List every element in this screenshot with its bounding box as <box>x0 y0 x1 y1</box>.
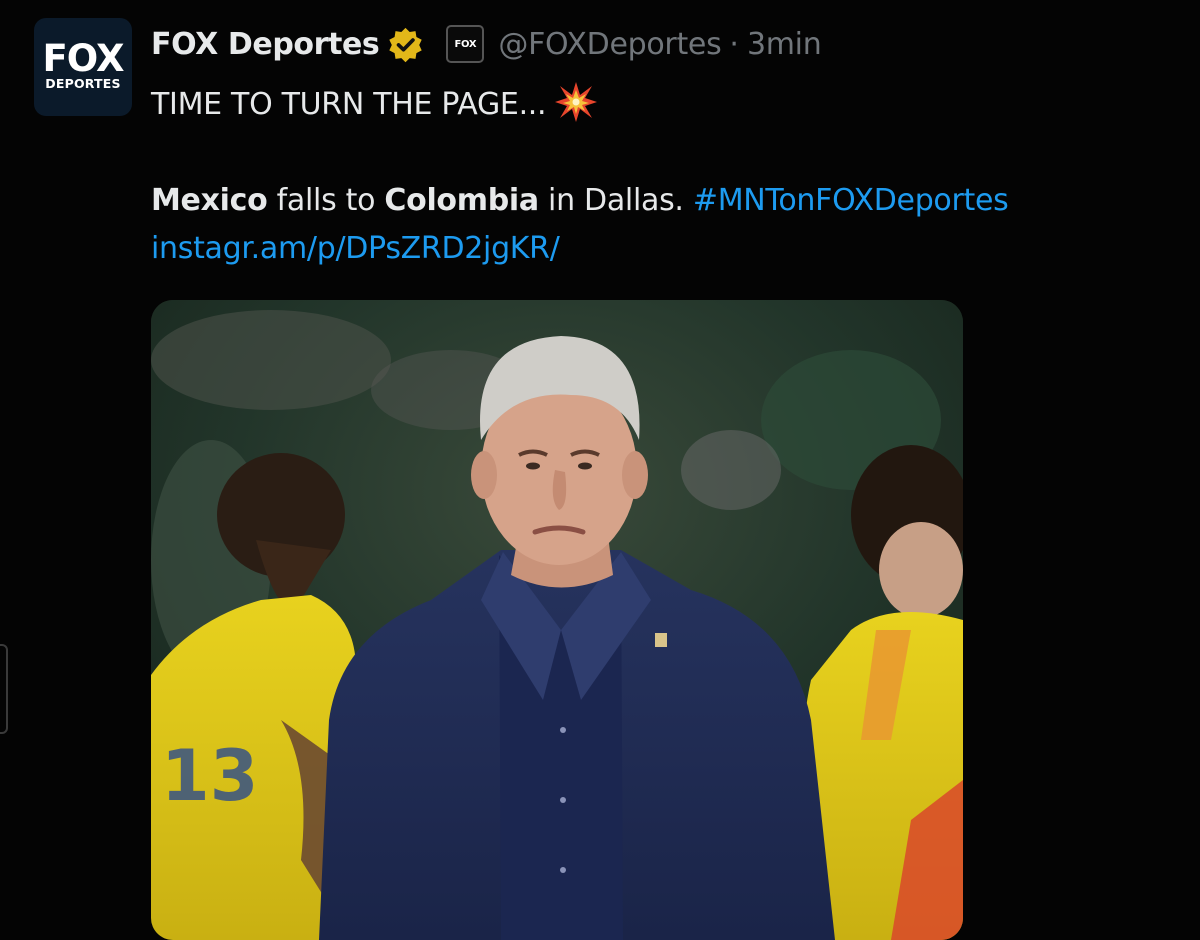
post-text: TIME TO TURN THE PAGE... Mexico falls to… <box>151 80 1009 273</box>
avatar-logo-fox: FOX <box>42 37 125 80</box>
team-mexico: Mexico <box>151 183 268 218</box>
author-name[interactable]: FOX Deportes <box>151 27 380 62</box>
post-line-3: instagr.am/p/DPsZRD2jgKR/ <box>151 225 1008 273</box>
avatar[interactable]: FOX DEPORTES <box>34 18 132 116</box>
header-separator: · <box>729 26 739 62</box>
team-colombia: Colombia <box>384 183 539 218</box>
post-line-1: TIME TO TURN THE PAGE... <box>151 80 1008 129</box>
headline-text: TIME TO TURN THE PAGE... <box>151 87 547 122</box>
post-line-2: Mexico falls to Colombia in Dallas. #MNT… <box>151 177 1009 225</box>
svg-text:13: 13 <box>161 735 258 817</box>
author-handle[interactable]: @FOXDeportes <box>498 27 721 62</box>
instagram-link[interactable]: instagr.am/p/DPsZRD2jgKR/ <box>151 231 560 266</box>
post-timestamp[interactable]: 3min <box>747 27 822 62</box>
avatar-logo-deportes: DEPORTES <box>45 76 121 91</box>
post-header: FOX Deportes FOX @FOXDeportes · 3min <box>151 22 822 66</box>
side-scroll-handle[interactable] <box>0 644 8 734</box>
post-media-photo[interactable]: 13 <box>151 300 963 940</box>
hashtag-link[interactable]: #MNTonFOXDeportes <box>693 183 1009 218</box>
verified-badge-icon[interactable] <box>387 26 424 63</box>
photo-coach-on-field: 13 <box>151 300 963 940</box>
collision-burst-icon <box>554 80 598 124</box>
text-falls-to: falls to <box>267 183 385 218</box>
text-in-dallas: in Dallas. <box>538 183 693 218</box>
affiliate-org-badge[interactable]: FOX <box>446 25 485 63</box>
